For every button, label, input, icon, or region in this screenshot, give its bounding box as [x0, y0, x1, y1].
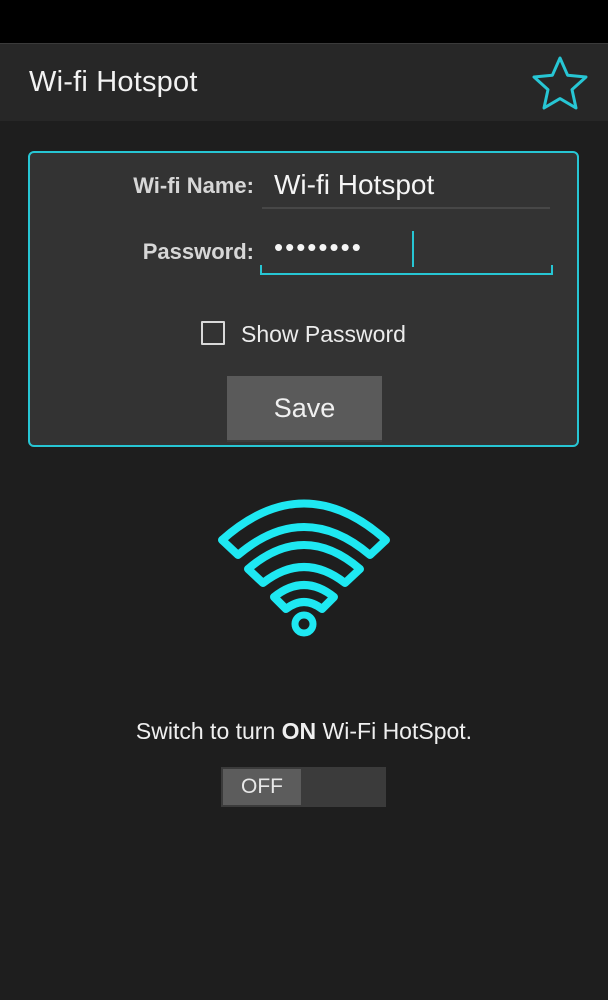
favorite-button[interactable]: [530, 54, 590, 114]
show-password-label: Show Password: [241, 321, 406, 347]
switch-text-prefix: Switch to turn: [135, 718, 282, 744]
app-title: Wi-fi Hotspot: [29, 66, 198, 98]
wifi-name-input[interactable]: Wi-fi Hotspot: [262, 159, 550, 209]
text-cursor: [412, 231, 414, 267]
password-value: ••••••••: [274, 232, 363, 262]
switch-text-suffix: Wi-Fi HotSpot.: [316, 718, 473, 744]
wifi-name-value: Wi-fi Hotspot: [274, 169, 435, 200]
toggle-thumb[interactable]: OFF: [223, 769, 301, 805]
switch-instruction: Switch to turn ON Wi-Fi HotSpot.: [0, 718, 608, 745]
switch-text-bold: ON: [281, 718, 317, 744]
wifi-icon: [218, 499, 390, 637]
star-outline-icon: [532, 56, 588, 110]
status-bar: [0, 0, 608, 43]
wifi-name-label: Wi-fi Name:: [133, 173, 254, 198]
save-button[interactable]: Save: [227, 376, 382, 442]
show-password-checkbox[interactable]: [201, 321, 225, 345]
hotspot-settings-panel: Wi-fi Name: Wi-fi Hotspot Password: ••••…: [28, 151, 579, 447]
action-bar: Wi-fi Hotspot: [0, 43, 608, 121]
password-input[interactable]: ••••••••: [260, 223, 553, 275]
hotspot-toggle-switch[interactable]: OFF: [221, 767, 386, 807]
password-label: Password:: [142, 239, 254, 264]
